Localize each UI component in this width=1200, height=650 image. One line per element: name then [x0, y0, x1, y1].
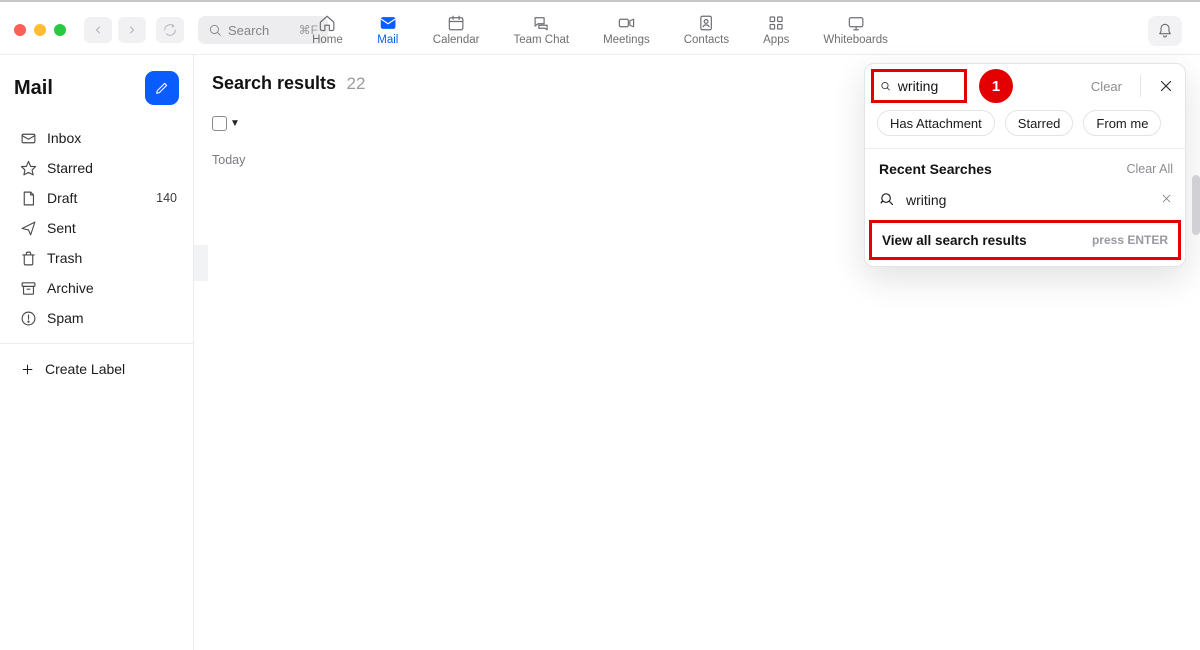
sidebar-item-starred[interactable]: Starred — [14, 153, 183, 183]
sidebar-item-draft[interactable]: Draft 140 — [14, 183, 183, 213]
selection-indicator — [194, 245, 208, 281]
sidebar-item-label: Trash — [47, 250, 82, 266]
sidebar-item-label: Inbox — [47, 130, 81, 146]
tab-label: Whiteboards — [823, 34, 888, 46]
clear-all-button[interactable]: Clear All — [1126, 162, 1173, 176]
divider — [1140, 75, 1141, 97]
page-title: Search results — [212, 73, 336, 93]
sidebar-item-label: Archive — [47, 280, 94, 296]
spam-icon — [20, 310, 37, 327]
sidebar-item-spam[interactable]: Spam — [14, 303, 183, 333]
inbox-icon — [20, 130, 37, 147]
select-all-checkbox[interactable] — [212, 116, 227, 131]
sidebar-item-label: Sent — [47, 220, 76, 236]
view-all-label: View all search results — [882, 233, 1027, 248]
close-window-button[interactable] — [14, 24, 26, 36]
clear-search-button[interactable]: Clear — [1091, 79, 1122, 94]
notifications-button[interactable] — [1148, 16, 1182, 46]
sidebar-item-label: Starred — [47, 160, 93, 176]
archive-icon — [20, 280, 37, 297]
contacts-icon — [695, 14, 717, 32]
search-icon — [208, 23, 222, 37]
search-input[interactable] — [898, 78, 958, 94]
star-icon — [20, 160, 37, 177]
create-label-text: Create Label — [45, 361, 125, 377]
sidebar-divider — [0, 343, 193, 344]
sent-icon — [20, 220, 37, 237]
window-toolbar: Search ⌘F Home Mail Calendar Team Chat M… — [0, 6, 1200, 54]
filter-chips: Has Attachment Starred From me — [865, 108, 1185, 149]
maximize-window-button[interactable] — [54, 24, 66, 36]
draft-icon — [20, 190, 37, 207]
tab-home[interactable]: Home — [312, 14, 343, 46]
bell-icon — [1157, 23, 1173, 39]
sidebar-title: Mail — [14, 77, 53, 100]
chip-from-me[interactable]: From me — [1083, 110, 1161, 136]
mail-icon — [377, 14, 399, 32]
recent-search-icon — [879, 191, 896, 208]
chat-icon — [530, 14, 552, 32]
refresh-button[interactable] — [156, 17, 184, 43]
close-icon — [1157, 77, 1175, 95]
tab-calendar[interactable]: Calendar — [433, 14, 480, 46]
sidebar-item-sent[interactable]: Sent — [14, 213, 183, 243]
chip-has-attachment[interactable]: Has Attachment — [877, 110, 995, 136]
tab-label: Meetings — [603, 34, 650, 46]
tab-apps[interactable]: Apps — [763, 14, 789, 46]
remove-recent-button[interactable] — [1160, 192, 1173, 208]
sidebar-item-archive[interactable]: Archive — [14, 273, 183, 303]
annotation-marker-1: 1 — [979, 69, 1013, 103]
main-area: Search results 22 ▼ Today 1 Clear Has At… — [194, 55, 1200, 650]
sidebar-item-inbox[interactable]: Inbox — [14, 123, 183, 153]
search-icon — [880, 79, 891, 93]
result-count: 22 — [347, 74, 366, 93]
video-icon — [615, 14, 637, 32]
recent-item[interactable]: writing — [879, 191, 1173, 208]
recent-searches: Recent Searches Clear All writing — [865, 149, 1185, 210]
trash-icon — [20, 250, 37, 267]
tab-label: Home — [312, 34, 343, 46]
close-panel-button[interactable] — [1157, 77, 1175, 95]
tab-label: Apps — [763, 34, 789, 46]
sidebar-item-label: Spam — [47, 310, 84, 326]
recent-title: Recent Searches — [879, 161, 992, 177]
chip-starred[interactable]: Starred — [1005, 110, 1074, 136]
search-placeholder: Search — [228, 23, 269, 38]
search-panel: 1 Clear Has Attachment Starred From me R… — [864, 63, 1186, 267]
whiteboard-icon — [845, 14, 867, 32]
tab-label: Contacts — [684, 34, 729, 46]
calendar-icon — [445, 14, 467, 32]
compose-button[interactable] — [145, 71, 179, 105]
sidebar-item-trash[interactable]: Trash — [14, 243, 183, 273]
home-icon — [316, 14, 338, 32]
draft-count: 140 — [156, 191, 177, 205]
global-search[interactable]: Search ⌘F — [198, 16, 328, 44]
app-tabs: Home Mail Calendar Team Chat Meetings Co… — [312, 6, 888, 54]
apps-icon — [765, 14, 787, 32]
plus-icon — [20, 362, 35, 377]
enter-hint: press ENTER — [1092, 233, 1168, 247]
pencil-icon — [154, 80, 170, 96]
tab-whiteboards[interactable]: Whiteboards — [823, 14, 888, 46]
nav-back-button[interactable] — [84, 17, 112, 43]
window-controls — [14, 24, 66, 36]
view-all-results[interactable]: 2 View all search results press ENTER — [869, 220, 1181, 260]
tab-label: Team Chat — [513, 34, 569, 46]
recent-item-label: writing — [906, 192, 946, 208]
tab-label: Calendar — [433, 34, 480, 46]
mail-sidebar: Mail Inbox Starred Draft 140 Sent Trash … — [0, 55, 194, 650]
nav-forward-button[interactable] — [118, 17, 146, 43]
scrollbar[interactable] — [1192, 175, 1200, 235]
tab-meetings[interactable]: Meetings — [603, 14, 650, 46]
search-input-wrap[interactable] — [871, 69, 967, 103]
tab-contacts[interactable]: Contacts — [684, 14, 729, 46]
create-label-button[interactable]: Create Label — [14, 354, 183, 384]
tab-team-chat[interactable]: Team Chat — [513, 14, 569, 46]
select-dropdown[interactable]: ▼ — [230, 118, 240, 129]
minimize-window-button[interactable] — [34, 24, 46, 36]
tab-mail[interactable]: Mail — [377, 14, 399, 46]
sidebar-item-label: Draft — [47, 190, 77, 206]
tab-label: Mail — [377, 34, 398, 46]
